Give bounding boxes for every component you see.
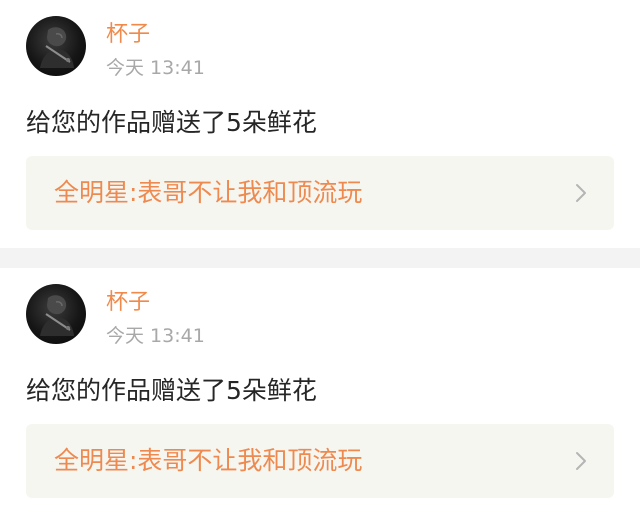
work-link-card[interactable]: 全明星:表哥不让我和顶流玩 [26,156,614,230]
gift-notification-feed: 杯子 今天 13:41 给您的作品赠送了5朵鲜花 全明星:表哥不让我和顶流玩 杯… [0,0,640,517]
gift-notification-item: 杯子 今天 13:41 给您的作品赠送了5朵鲜花 全明星:表哥不让我和顶流玩 [0,268,640,517]
gift-message: 给您的作品赠送了5朵鲜花 [26,376,317,405]
timestamp: 今天 13:41 [106,325,205,347]
work-title: 全明星:表哥不让我和顶流玩 [54,178,363,207]
user-avatar-icon[interactable] [26,284,86,344]
chevron-right-icon [576,184,586,202]
gift-notification-item: 杯子 今天 13:41 给您的作品赠送了5朵鲜花 全明星:表哥不让我和顶流玩 [0,0,640,248]
timestamp: 今天 13:41 [106,57,205,79]
username[interactable]: 杯子 [106,22,150,48]
section-divider [0,248,640,268]
work-title: 全明星:表哥不让我和顶流玩 [54,446,363,475]
gift-message: 给您的作品赠送了5朵鲜花 [26,108,317,137]
username[interactable]: 杯子 [106,290,150,316]
chevron-right-icon [576,452,586,470]
work-link-card[interactable]: 全明星:表哥不让我和顶流玩 [26,424,614,498]
user-avatar-icon[interactable] [26,16,86,76]
